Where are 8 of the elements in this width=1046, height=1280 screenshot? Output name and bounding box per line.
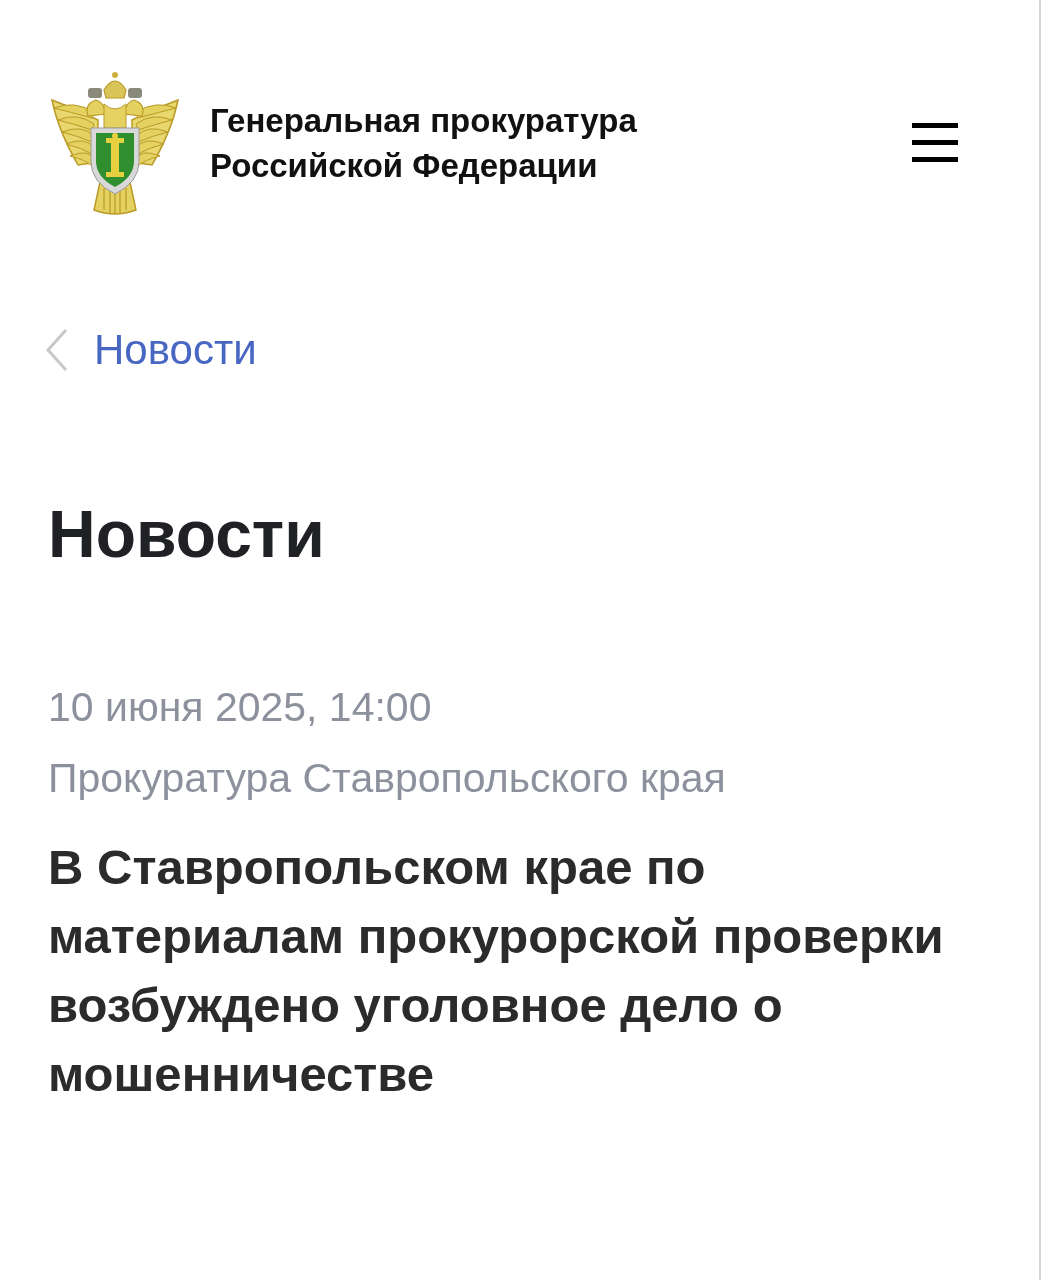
site-title: Генеральная прокуратура Российской Федерации bbox=[210, 101, 638, 186]
page-title: Новости bbox=[48, 496, 326, 573]
menu-button[interactable] bbox=[912, 123, 958, 163]
article-headline: В Ставропольском крае по материалам прокурорской проверки возбуждено уголовное дело о мошенничестве bbox=[48, 839, 945, 1103]
article-date: 10 июня 2025, 14:00 bbox=[48, 684, 433, 730]
eagle-emblem-icon bbox=[48, 70, 182, 216]
back-link[interactable]: Новости bbox=[94, 326, 257, 374]
article-source: Прокуратура Ставропольского края bbox=[48, 755, 727, 801]
